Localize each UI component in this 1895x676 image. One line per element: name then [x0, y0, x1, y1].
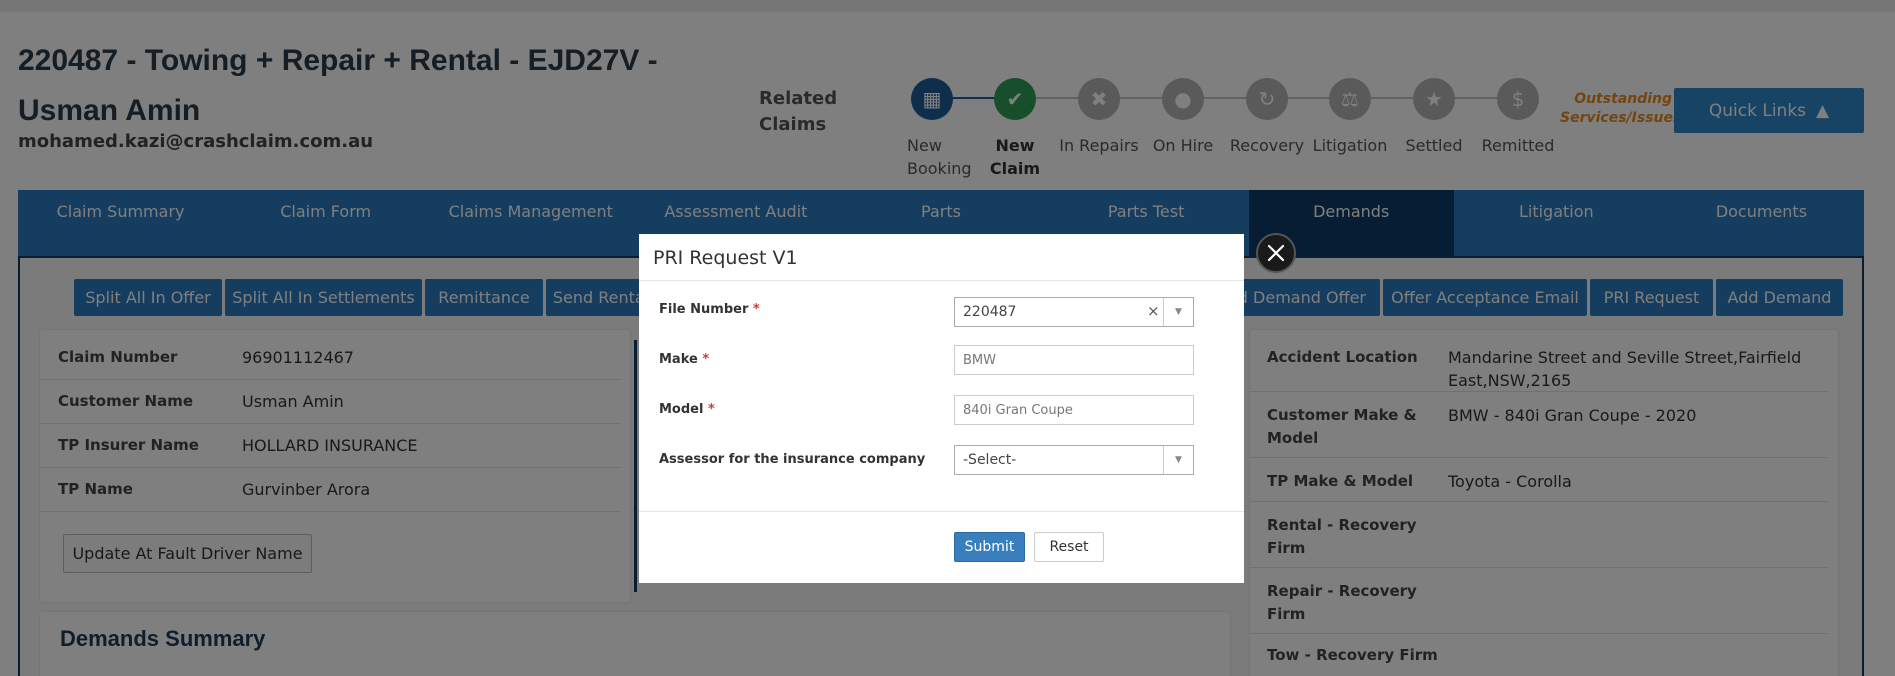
assessor-label: Assessor for the insurance company [659, 452, 926, 467]
modal-header: PRI Request V1 [639, 234, 1244, 281]
reset-button[interactable]: Reset [1034, 532, 1104, 562]
modal-title: PRI Request V1 [653, 247, 798, 269]
model-label: Model * [659, 402, 715, 417]
make-label-text: Make [659, 352, 698, 367]
clear-icon[interactable]: × [1147, 302, 1160, 320]
file-number-label: File Number * [659, 302, 760, 317]
chevron-down-icon[interactable]: ▼ [1163, 446, 1193, 474]
file-number-label-text: File Number [659, 302, 749, 317]
chevron-down-icon[interactable]: ▼ [1163, 298, 1193, 326]
pri-request-modal: PRI Request V1 File Number * 220487 × ▼ … [639, 234, 1244, 583]
close-icon [1267, 244, 1285, 262]
file-number-select[interactable]: 220487 × ▼ [954, 297, 1194, 327]
assessor-value: -Select- [963, 452, 1017, 468]
make-label: Make * [659, 352, 709, 367]
model-label-text: Model [659, 402, 704, 417]
required-marker: * [702, 352, 710, 367]
required-marker: * [707, 402, 715, 417]
model-input[interactable]: 840i Gran Coupe [954, 395, 1194, 425]
file-number-value: 220487 [963, 304, 1017, 320]
assessor-select[interactable]: -Select- ▼ [954, 445, 1194, 475]
required-marker: * [752, 302, 760, 317]
modal-footer-divider [639, 511, 1244, 512]
submit-button[interactable]: Submit [954, 532, 1025, 562]
close-modal-button[interactable] [1256, 233, 1296, 273]
make-input[interactable]: BMW [954, 345, 1194, 375]
